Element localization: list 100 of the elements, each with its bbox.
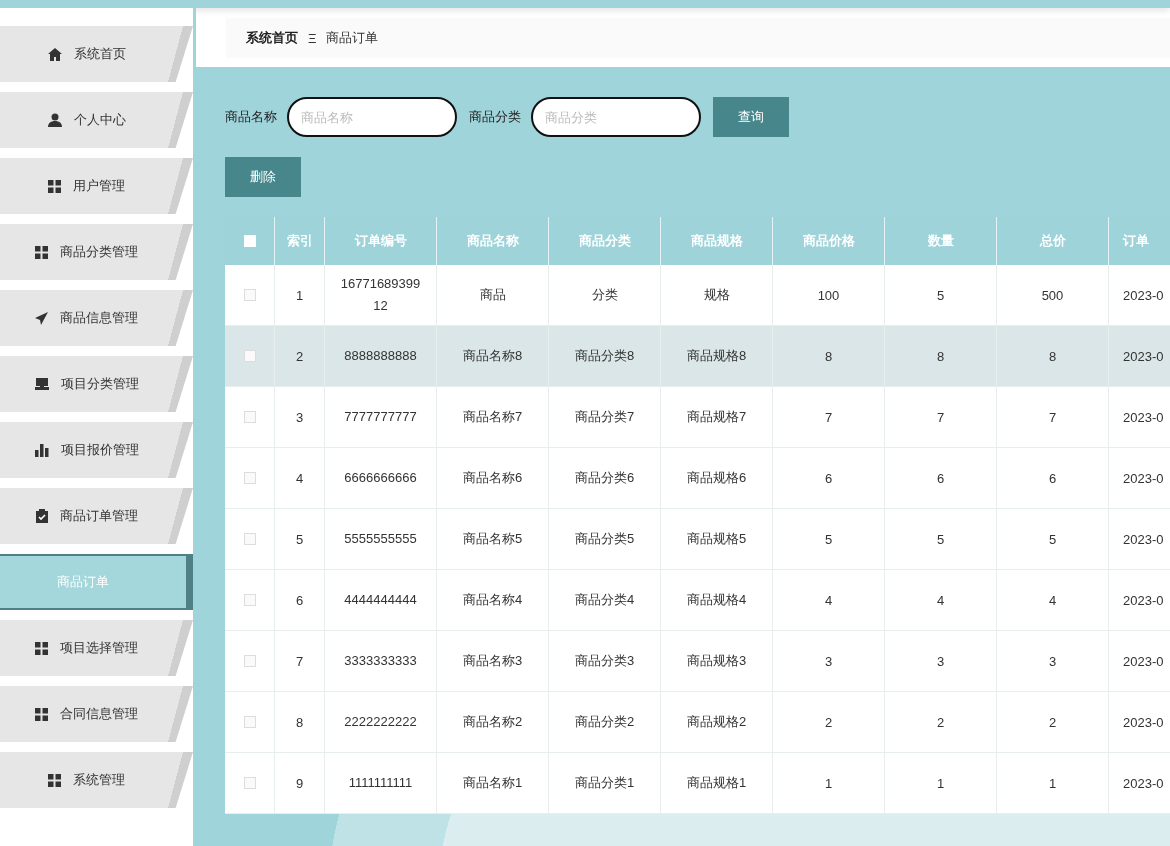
table-cell: 1: [997, 753, 1109, 814]
table-cell: 4444444444: [325, 570, 437, 631]
table-cell: 商品: [437, 265, 549, 326]
column-header: 订单编号: [325, 217, 437, 265]
table-cell: 商品分类3: [549, 631, 661, 692]
table-cell: 1: [773, 753, 885, 814]
table-cell: 商品名称2: [437, 692, 549, 753]
table-cell: 商品名称6: [437, 448, 549, 509]
table-cell: 商品分类4: [549, 570, 661, 631]
sidebar-item[interactable]: 项目报价管理: [0, 422, 193, 478]
table-cell: 100: [773, 265, 885, 326]
table-cell: 3333333333: [325, 631, 437, 692]
table-cell: 6: [275, 570, 325, 631]
table-cell: 8: [885, 326, 997, 387]
row-checkbox[interactable]: [243, 350, 256, 362]
table-cell: 商品名称4: [437, 570, 549, 631]
delete-button[interactable]: 删除: [225, 157, 301, 197]
table-cell: 7: [997, 387, 1109, 448]
row-checkbox[interactable]: [243, 777, 256, 789]
table-cell: 1: [885, 753, 997, 814]
grid-icon: [35, 245, 48, 259]
table-cell: 6: [773, 448, 885, 509]
sidebar-item[interactable]: 用户管理: [0, 158, 193, 214]
table-cell: 商品规格1: [661, 753, 773, 814]
table-cell: 7: [275, 631, 325, 692]
table-cell: 6: [997, 448, 1109, 509]
table-cell: 2: [885, 692, 997, 753]
sidebar-item[interactable]: 商品信息管理: [0, 290, 193, 346]
table-cell: 商品名称1: [437, 753, 549, 814]
sidebar-item[interactable]: 个人中心: [0, 92, 193, 148]
table-cell: 5: [885, 509, 997, 570]
row-checkbox[interactable]: [243, 411, 256, 423]
table-cell: 分类: [549, 265, 661, 326]
row-checkbox[interactable]: [243, 533, 256, 545]
table-cell: 3: [997, 631, 1109, 692]
sidebar-item[interactable]: 商品分类管理: [0, 224, 193, 280]
table-cell: 商品规格6: [661, 448, 773, 509]
grid-icon: [35, 707, 48, 721]
row-checkbox[interactable]: [243, 289, 256, 301]
table-cell: 7777777777: [325, 387, 437, 448]
table-cell: 商品名称5: [437, 509, 549, 570]
table-cell: 商品分类5: [549, 509, 661, 570]
table-cell: 2222222222: [325, 692, 437, 753]
breadcrumb-separator: Ξ: [308, 30, 317, 46]
table-cell: 8: [997, 326, 1109, 387]
column-header: 商品名称: [437, 217, 549, 265]
field-label: 商品名称: [225, 108, 277, 126]
sidebar-item[interactable]: 项目分类管理: [0, 356, 193, 412]
sidebar-item[interactable]: 项目选择管理: [0, 620, 193, 676]
table-cell: 8888888888: [325, 326, 437, 387]
table-cell: 8: [275, 692, 325, 753]
table-cell: 规格: [661, 265, 773, 326]
grid-icon: [48, 179, 61, 193]
table-cell: 商品名称8: [437, 326, 549, 387]
table-cell: 商品分类1: [549, 753, 661, 814]
table-cell: 7: [885, 387, 997, 448]
table-cell: 3: [885, 631, 997, 692]
sidebar-item[interactable]: 系统首页: [0, 26, 193, 82]
grid-icon: [35, 641, 48, 655]
table-cell: 3: [275, 387, 325, 448]
paper-plane-icon: [35, 311, 48, 325]
table-cell: 商品规格3: [661, 631, 773, 692]
sidebar-item[interactable]: 系统管理: [0, 752, 193, 808]
table-cell: 9: [275, 753, 325, 814]
row-checkbox[interactable]: [243, 655, 256, 667]
breadcrumb-current: 商品订单: [326, 29, 379, 47]
table-cell: 商品规格7: [661, 387, 773, 448]
table-cell: 商品规格8: [661, 326, 773, 387]
field-label: 商品分类: [469, 108, 521, 126]
table-cell: 6: [885, 448, 997, 509]
row-checkbox[interactable]: [243, 716, 256, 728]
table-cell: 4: [773, 570, 885, 631]
column-header: 商品分类: [549, 217, 661, 265]
search-field[interactable]: 商品名称: [287, 97, 457, 137]
search-field[interactable]: 商品分类: [531, 97, 701, 137]
breadcrumb-link[interactable]: 系统首页: [246, 29, 298, 47]
row-checkbox[interactable]: [243, 594, 256, 606]
select-all-checkbox[interactable]: [243, 235, 256, 247]
column-header: 数量: [885, 217, 997, 265]
table-cell: 商品分类2: [549, 692, 661, 753]
column-header: 商品价格: [773, 217, 885, 265]
table-cell: 商品规格2: [661, 692, 773, 753]
table-cell: 1677168939912: [325, 265, 437, 326]
sidebar-item[interactable]: 商品订单管理: [0, 488, 193, 544]
sidebar-item[interactable]: 合同信息管理: [0, 686, 193, 742]
table-cell: 商品规格5: [661, 509, 773, 570]
table-cell: 8: [773, 326, 885, 387]
table-cell: 5: [885, 265, 997, 326]
table-cell: 500: [997, 265, 1109, 326]
table-cell: 2: [773, 692, 885, 753]
row-checkbox[interactable]: [243, 472, 256, 484]
table-cell: 2023-0: [1109, 326, 1170, 387]
column-header: 订单: [1109, 217, 1170, 265]
column-header: 总价: [997, 217, 1109, 265]
table-cell: 2: [997, 692, 1109, 753]
table-cell: 7: [773, 387, 885, 448]
table-cell: 4: [997, 570, 1109, 631]
table-cell: 商品规格4: [661, 570, 773, 631]
table-cell: 4: [885, 570, 997, 631]
search-button[interactable]: 查询: [713, 97, 789, 137]
